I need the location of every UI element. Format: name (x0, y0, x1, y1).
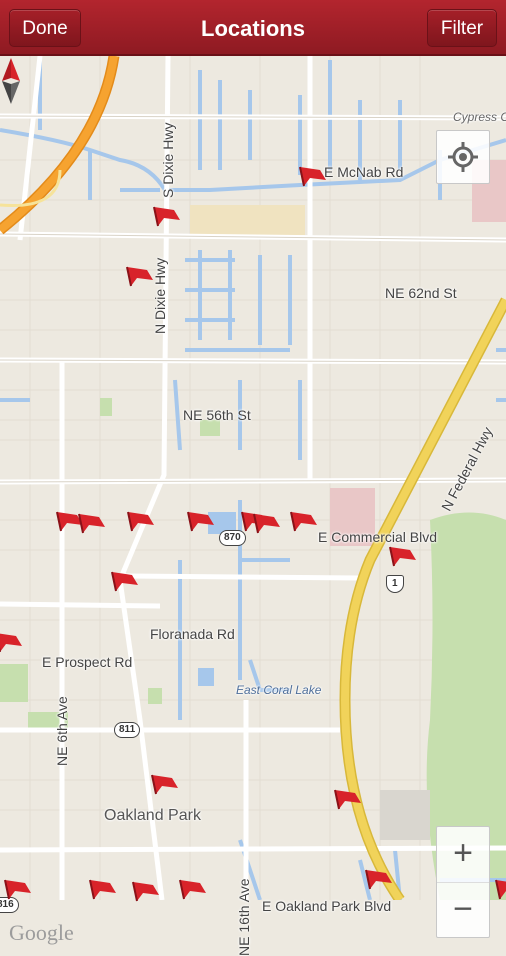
zoom-in-button[interactable]: + (437, 827, 489, 883)
location-flag-marker[interactable] (298, 166, 328, 192)
location-flag-marker[interactable] (88, 879, 118, 905)
my-location-button[interactable] (436, 130, 490, 184)
location-flag-marker[interactable] (126, 511, 156, 537)
location-flag-marker[interactable] (364, 869, 394, 895)
navigation-bar: Done Locations Filter (0, 0, 506, 56)
map-view[interactable]: Cypress C E McNab Rd NE 62nd St NE 56th … (0, 56, 506, 956)
oakland-park-label: Oakland Park (104, 807, 201, 824)
ne-6th-ave-label: NE 6th Ave (54, 696, 70, 766)
s-dixie-hwy-label: S Dixie Hwy (160, 122, 176, 198)
route-811-shield: 811 (114, 722, 141, 738)
ne-56th-street-label: NE 56th St (183, 407, 251, 423)
location-flag-marker[interactable] (178, 879, 208, 905)
done-button[interactable]: Done (9, 9, 81, 47)
location-flag-marker[interactable] (110, 571, 140, 597)
ne-62nd-street-label: NE 62nd St (385, 285, 457, 301)
location-flag-marker[interactable] (3, 879, 33, 905)
ne-16th-ave-label: NE 16th Ave (236, 878, 252, 956)
us-1-shield: 1 (386, 575, 404, 593)
mcnab-road-label: E McNab Rd (324, 164, 404, 180)
location-flag-marker[interactable] (0, 632, 24, 658)
east-coral-lake-label: East Coral Lake (236, 683, 322, 697)
location-flag-marker[interactable] (125, 266, 155, 292)
google-attribution: Google (9, 920, 74, 945)
location-flag-marker[interactable] (388, 546, 418, 572)
location-flag-marker[interactable] (152, 206, 182, 232)
oakland-park-blvd-label: E Oakland Park Blvd (262, 898, 392, 914)
commercial-blvd-label: E Commercial Blvd (318, 529, 438, 545)
compass-icon[interactable] (0, 56, 22, 106)
location-flag-marker[interactable] (150, 774, 180, 800)
crosshair-icon (448, 142, 478, 172)
location-flag-marker[interactable] (131, 881, 161, 907)
location-flag-marker[interactable] (494, 879, 506, 905)
prospect-road-label: E Prospect Rd (42, 654, 133, 670)
location-flag-marker[interactable] (333, 789, 363, 815)
location-flag-marker[interactable] (252, 513, 282, 539)
location-flag-marker[interactable] (77, 513, 107, 539)
zoom-controls: + − (436, 826, 490, 938)
location-flag-marker[interactable] (186, 511, 216, 537)
cypress-label: Cypress C (453, 110, 506, 124)
map-canvas (0, 56, 506, 900)
filter-button[interactable]: Filter (427, 9, 497, 47)
location-flag-marker[interactable] (289, 511, 319, 537)
zoom-out-button[interactable]: − (437, 883, 489, 938)
floranada-road-label: Floranada Rd (150, 626, 235, 642)
